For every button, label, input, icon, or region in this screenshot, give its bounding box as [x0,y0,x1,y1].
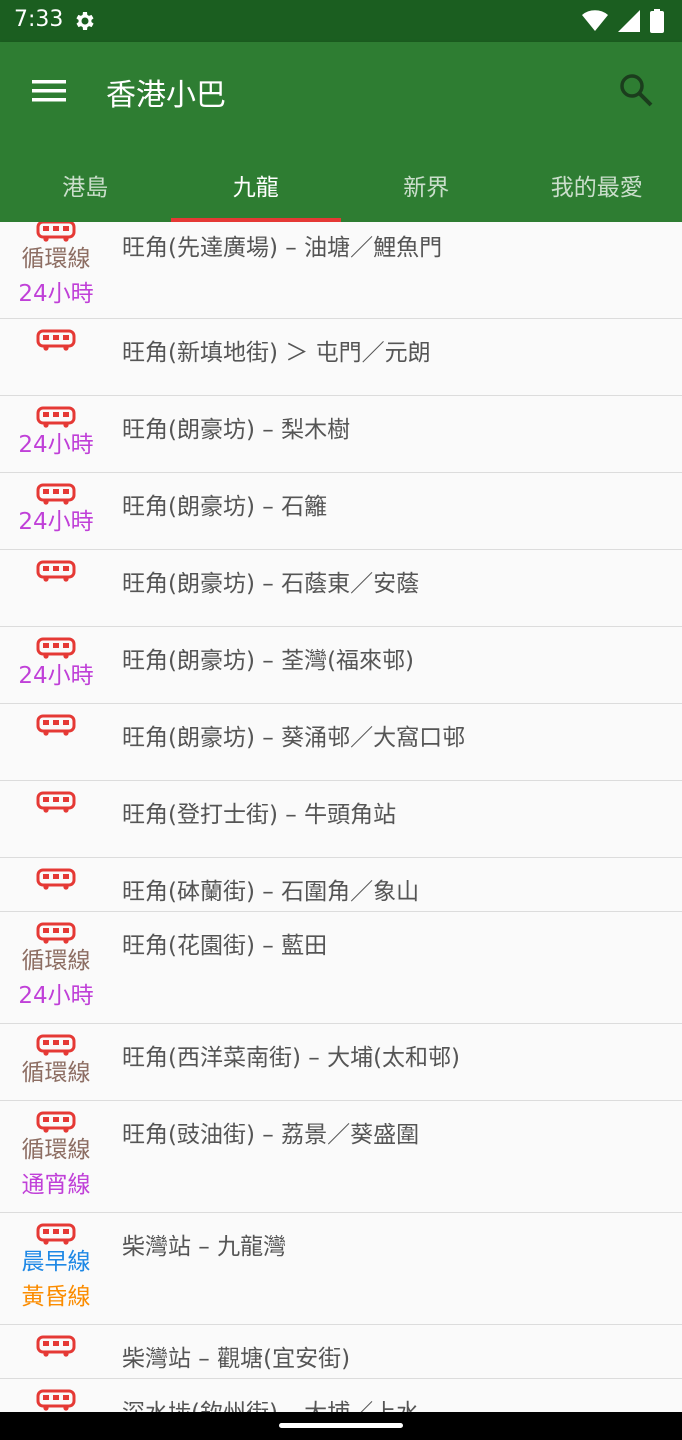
route-tag-overnight: 通宵線 [21,1172,91,1198]
route-row[interactable]: 循環線 24小時 旺角(花園街) – 藍田 [0,912,682,1024]
app-bar: 香港小巴 港島 九龍 新界 我的最愛 [0,42,682,222]
tab-favourites[interactable]: 我的最愛 [512,140,682,222]
route-badges [0,329,112,351]
route-tag-evening: 黃昏線 [21,1284,91,1310]
route-row[interactable]: 深水埗(欽州街) – 大埔／上水 [0,1379,682,1412]
route-tag-circular: 循環線 [21,246,91,272]
minibus-icon [0,1223,112,1245]
menu-icon[interactable] [30,72,68,110]
route-badges: 24小時 [0,406,112,463]
minibus-icon [0,922,112,944]
route-name: 旺角(登打士街) – 牛頭角站 [122,802,397,828]
minibus-icon [0,1111,112,1133]
route-name: 深水埗(欽州街) – 大埔／上水 [122,1393,419,1412]
minibus-icon [0,1335,112,1357]
route-badges: 循環線 [0,1034,112,1091]
minibus-icon [0,222,112,242]
route-row[interactable]: 旺角(朗豪坊) – 石蔭東／安蔭 [0,550,682,627]
route-name: 旺角(砵蘭街) – 石圍角／象山 [122,879,420,905]
app-title: 香港小巴 [106,78,226,113]
minibus-icon [0,714,112,736]
route-tag-morning: 晨早線 [21,1249,91,1275]
route-name: 旺角(朗豪坊) – 葵涌邨／大窩口邨 [122,725,466,751]
minibus-icon [0,1389,112,1411]
settings-gear-icon [76,12,94,30]
wifi-icon [582,10,608,31]
route-badges: 24小時 [0,637,112,694]
tab-hk-island[interactable]: 港島 [0,140,171,222]
route-row[interactable]: 循環線 24小時 旺角(先達廣場) – 油塘／鯉魚門 [0,222,682,319]
route-badges: 循環線 24小時 [0,222,112,312]
route-name: 旺角(新填地街) ＞ 屯門／元朗 [122,340,431,366]
route-name: 旺角(先達廣場) – 油塘／鯉魚門 [122,235,443,261]
status-time: 7:33 [14,7,64,32]
route-row[interactable]: 旺角(新填地街) ＞ 屯門／元朗 [0,319,682,396]
route-badges: 24小時 [0,483,112,540]
route-row[interactable]: 循環線 通宵線 旺角(豉油街) – 荔景／葵盛圍 [0,1101,682,1213]
route-tag-h24: 24小時 [18,509,94,535]
route-name: 旺角(朗豪坊) – 梨木樹 [122,417,351,443]
minibus-icon [0,868,112,890]
route-row[interactable]: 旺角(登打士街) – 牛頭角站 [0,781,682,858]
minibus-icon [0,1034,112,1056]
cell-signal-icon [618,10,640,32]
minibus-icon [0,406,112,428]
route-badges [0,560,112,582]
route-name: 柴灣站 – 觀塘(宜安街) [122,1346,351,1372]
route-badges: 循環線 24小時 [0,922,112,1014]
route-row[interactable]: 晨早線 黃昏線 柴灣站 – 九龍灣 [0,1213,682,1325]
battery-icon [650,9,664,33]
route-list: 循環線 24小時 旺角(先達廣場) – 油塘／鯉魚門 旺角(新填地街) ＞ 屯門／元朗… [0,222,682,1412]
route-tag-circular: 循環線 [21,1137,91,1163]
route-name: 旺角(西洋菜南街) – 大埔(太和邨) [122,1045,461,1071]
route-name: 旺角(花園街) – 藍田 [122,933,328,959]
route-row[interactable]: 24小時 旺角(朗豪坊) – 梨木樹 [0,396,682,473]
route-name: 旺角(朗豪坊) – 石籬 [122,494,328,520]
route-badges [0,714,112,736]
route-row[interactable]: 旺角(砵蘭街) – 石圍角／象山 [0,858,682,912]
route-badges [0,791,112,813]
tab-kowloon[interactable]: 九龍 [170,140,342,222]
route-tag-h24: 24小時 [18,983,94,1009]
minibus-icon [0,791,112,813]
minibus-icon [0,329,112,351]
route-badges: 晨早線 黃昏線 [0,1223,112,1315]
minibus-icon [0,483,112,505]
route-row[interactable]: 24小時 旺角(朗豪坊) – 石籬 [0,473,682,550]
tab-new-territories[interactable]: 新界 [341,140,512,222]
route-badges [0,1335,112,1357]
minibus-icon [0,637,112,659]
route-name: 柴灣站 – 九龍灣 [122,1234,287,1260]
route-name: 旺角(朗豪坊) – 石蔭東／安蔭 [122,571,420,597]
route-row[interactable]: 24小時 旺角(朗豪坊) – 荃灣(福來邨) [0,627,682,704]
route-tag-circular: 循環線 [21,948,91,974]
route-badges [0,1389,112,1411]
route-name: 旺角(豉油街) – 荔景／葵盛圍 [122,1122,420,1148]
route-badges [0,868,112,890]
region-tabs: 港島 九龍 新界 我的最愛 [0,140,682,222]
route-row[interactable]: 循環線 旺角(西洋菜南街) – 大埔(太和邨) [0,1024,682,1101]
route-name: 旺角(朗豪坊) – 荃灣(福來邨) [122,648,415,674]
route-row[interactable]: 柴灣站 – 觀塘(宜安街) [0,1325,682,1379]
route-tag-h24: 24小時 [18,663,94,689]
route-tag-h24: 24小時 [18,281,94,307]
route-tag-circular: 循環線 [21,1060,91,1086]
navigation-bar [0,1412,682,1440]
route-badges: 循環線 通宵線 [0,1111,112,1203]
route-row[interactable]: 旺角(朗豪坊) – 葵涌邨／大窩口邨 [0,704,682,781]
search-icon[interactable] [616,70,656,110]
minibus-icon [0,560,112,582]
status-bar: 7:33 [0,0,682,42]
route-tag-h24: 24小時 [18,432,94,458]
home-gesture-handle[interactable] [279,1423,403,1428]
